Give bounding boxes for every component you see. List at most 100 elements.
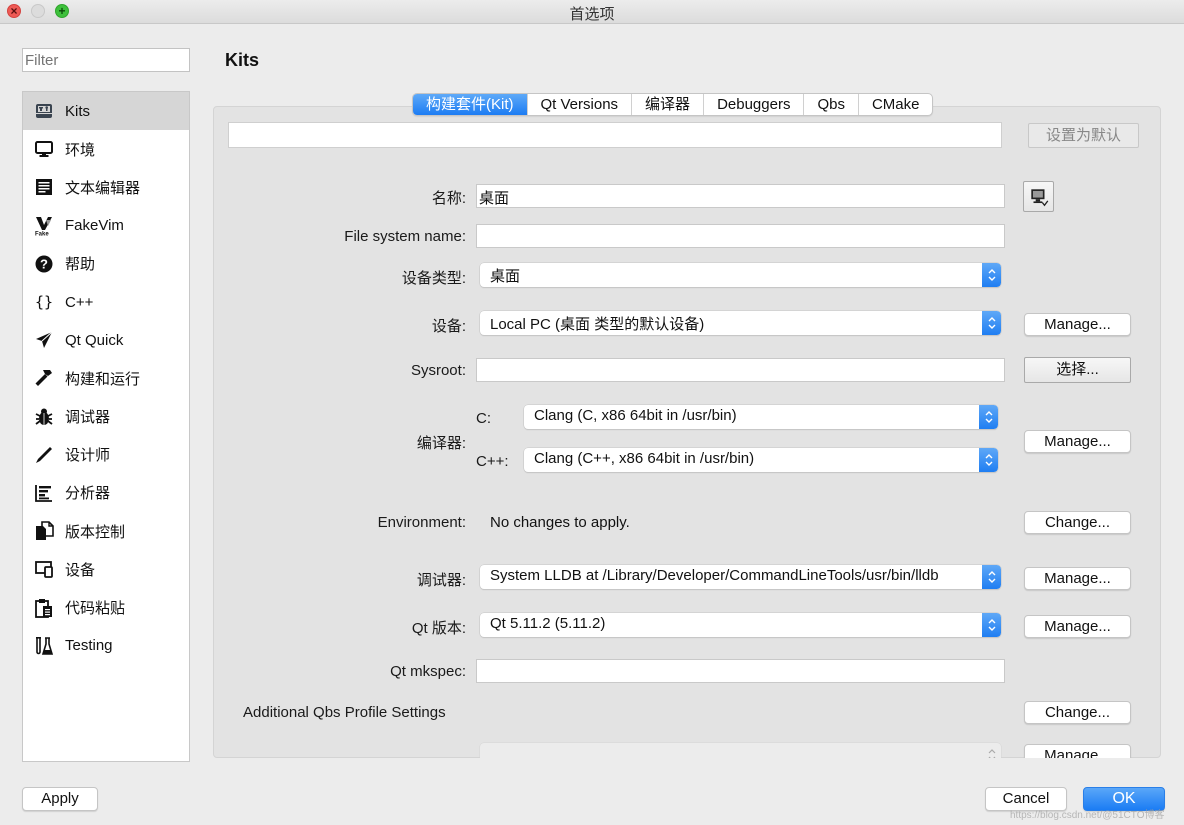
sidebar-item-qt-quick[interactable]: Qt Quick bbox=[23, 321, 189, 359]
sidebar-item-label: C++ bbox=[65, 293, 94, 311]
window-title: 首选项 bbox=[569, 6, 615, 23]
tab-compilers[interactable]: 编译器 bbox=[631, 94, 703, 115]
braces-icon: {} bbox=[33, 291, 55, 313]
sidebar-item-help[interactable]: ? 帮助 bbox=[23, 245, 189, 283]
fs-name-label: File system name: bbox=[344, 228, 466, 245]
sidebar-item-fakevim[interactable]: Fake FakeVim bbox=[23, 207, 189, 245]
qbs-profile-change-button[interactable]: Change... bbox=[1024, 701, 1131, 724]
sidebar-item-label: 调试器 bbox=[65, 409, 111, 427]
tab-kits[interactable]: 构建套件(Kit) bbox=[413, 94, 527, 115]
monitor-icon bbox=[33, 138, 55, 160]
fakevim-icon: Fake bbox=[33, 215, 55, 237]
compiler-manage-button[interactable]: Manage... bbox=[1024, 430, 1131, 453]
sidebar-item-testing[interactable]: Testing bbox=[23, 627, 189, 665]
device-type-label: 设备类型: bbox=[401, 270, 466, 287]
watermark: https://blog.csdn.net/@51CTO博客 bbox=[1010, 810, 1165, 821]
test-tube-icon bbox=[33, 635, 55, 657]
sidebar-item-label: Kits bbox=[65, 102, 91, 120]
qt-version-value: Qt 5.11.2 (5.11.2) bbox=[490, 615, 606, 632]
device-type-select[interactable]: 桌面 bbox=[480, 263, 1001, 287]
apply-button[interactable]: Apply bbox=[22, 787, 98, 811]
compiler-c-label: C: bbox=[476, 410, 491, 427]
version-control-icon bbox=[33, 520, 55, 542]
clipboard-icon bbox=[33, 597, 55, 619]
sidebar-item-label: 构建和运行 bbox=[65, 370, 141, 388]
qt-version-label: Qt 版本: bbox=[411, 620, 466, 637]
sidebar-item-label: 帮助 bbox=[65, 256, 96, 274]
compiler-c-select[interactable]: Clang (C, x86 64bit in /usr/bin) bbox=[524, 405, 998, 429]
updown-chevron-icon bbox=[982, 743, 1001, 758]
fs-name-field[interactable] bbox=[476, 224, 1005, 248]
sidebar-item-label: 文本编辑器 bbox=[65, 179, 141, 197]
device-label: 设备: bbox=[431, 318, 466, 335]
sidebar-item-label: Testing bbox=[65, 637, 113, 655]
svg-text:?: ? bbox=[40, 256, 48, 271]
sidebar-item-kits[interactable]: Kits bbox=[23, 92, 189, 131]
compiler-cpp-value: Clang (C++, x86 64bit in /usr/bin) bbox=[534, 450, 755, 467]
device-type-value: 桌面 bbox=[490, 268, 521, 285]
bug-icon bbox=[33, 406, 55, 428]
tab-cmake[interactable]: CMake bbox=[857, 94, 933, 115]
sidebar-item-designer[interactable]: 设计师 bbox=[23, 436, 189, 474]
compiler-cpp-label: C++: bbox=[476, 453, 509, 470]
tab-qbs[interactable]: Qbs bbox=[803, 94, 858, 115]
page-title: Kits bbox=[225, 50, 260, 70]
devices-icon bbox=[33, 558, 55, 580]
device-icon-button[interactable] bbox=[1023, 181, 1054, 212]
sidebar-item-label: 代码粘贴 bbox=[65, 600, 126, 618]
updown-chevron-icon bbox=[982, 311, 1001, 335]
sysroot-label: Sysroot: bbox=[410, 362, 466, 379]
sidebar-item-label: 设备 bbox=[65, 561, 96, 579]
sidebar-item-devices[interactable]: 设备 bbox=[23, 550, 189, 588]
analyzer-icon bbox=[33, 482, 55, 504]
device-select[interactable]: Local PC (桌面 类型的默认设备) bbox=[480, 311, 1001, 335]
sidebar-item-label: FakeVim bbox=[65, 217, 124, 235]
updown-chevron-icon bbox=[982, 613, 1001, 637]
sidebar-item-build-run[interactable]: 构建和运行 bbox=[23, 359, 189, 397]
tab-debuggers[interactable]: Debuggers bbox=[703, 94, 803, 115]
name-label: 名称: bbox=[431, 190, 466, 207]
paper-plane-icon bbox=[33, 329, 55, 351]
compiler-label: 编译器: bbox=[416, 435, 466, 452]
pen-icon bbox=[33, 444, 55, 466]
sidebar-item-label: 版本控制 bbox=[65, 523, 126, 541]
set-default-button[interactable]: 设置为默认 bbox=[1028, 123, 1139, 148]
qt-version-select[interactable]: Qt 5.11.2 (5.11.2) bbox=[480, 613, 1001, 637]
debugger-select[interactable]: System LLDB at /Library/Developer/Comman… bbox=[480, 565, 1001, 589]
sidebar-item-debugger[interactable]: 调试器 bbox=[23, 398, 189, 436]
qt-version-manage-button[interactable]: Manage... bbox=[1024, 615, 1131, 638]
sidebar-item-analyzer[interactable]: 分析器 bbox=[23, 474, 189, 512]
compiler-cpp-select[interactable]: Clang (C++, x86 64bit in /usr/bin) bbox=[524, 448, 998, 472]
environment-label: Environment: bbox=[377, 514, 466, 531]
sidebar-item-label: 分析器 bbox=[65, 485, 111, 503]
sidebar-item-version-control[interactable]: 版本控制 bbox=[23, 512, 189, 550]
sysroot-field[interactable] bbox=[476, 358, 1005, 382]
svg-text:{}: {} bbox=[35, 293, 53, 311]
filter-input[interactable] bbox=[22, 48, 190, 72]
environment-change-button[interactable]: Change... bbox=[1024, 511, 1131, 534]
kits-tab-bar: 构建套件(Kit) Qt Versions 编译器 Debuggers Qbs … bbox=[412, 93, 934, 116]
sidebar-item-environment[interactable]: 环境 bbox=[23, 130, 189, 168]
text-editor-icon bbox=[33, 176, 55, 198]
sysroot-browse-button[interactable]: 选择... bbox=[1024, 357, 1131, 383]
sidebar-item-label: 环境 bbox=[65, 141, 96, 159]
sidebar-item-label: Qt Quick bbox=[65, 331, 124, 349]
compiler-c-value: Clang (C, x86 64bit in /usr/bin) bbox=[534, 407, 737, 424]
desktop-icon bbox=[1030, 189, 1048, 207]
device-manage-button[interactable]: Manage... bbox=[1024, 313, 1131, 336]
title-bar: × + 首选项 bbox=[0, 0, 1184, 24]
name-field[interactable]: 桌面 bbox=[476, 184, 1005, 208]
mkspec-field[interactable] bbox=[476, 659, 1005, 683]
sidebar-item-cpp[interactable]: {} C++ bbox=[23, 283, 189, 321]
hammer-icon bbox=[33, 367, 55, 389]
kit-list[interactable] bbox=[228, 122, 1002, 148]
sidebar-item-text-editor[interactable]: 文本编辑器 bbox=[23, 168, 189, 206]
mkspec-label: Qt mkspec: bbox=[390, 663, 466, 680]
cmake-tool-select[interactable] bbox=[480, 743, 1001, 758]
cmake-tool-manage-button[interactable]: Manage... bbox=[1024, 744, 1131, 758]
tab-qt-versions[interactable]: Qt Versions bbox=[526, 94, 632, 115]
updown-chevron-icon bbox=[982, 565, 1001, 589]
updown-chevron-icon bbox=[982, 263, 1001, 287]
debugger-manage-button[interactable]: Manage... bbox=[1024, 567, 1131, 590]
sidebar-item-code-paster[interactable]: 代码粘贴 bbox=[23, 588, 189, 626]
